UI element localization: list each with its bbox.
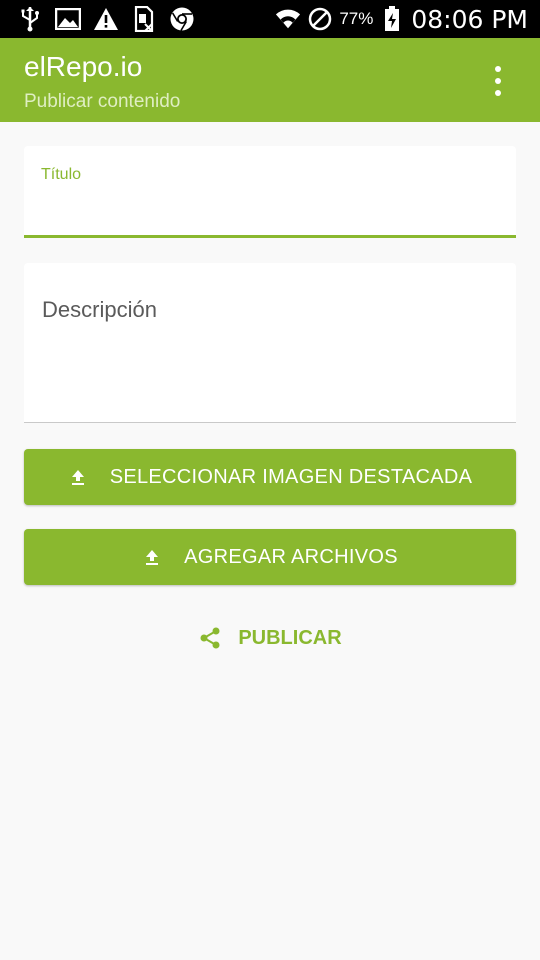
more-vert-icon[interactable] (478, 66, 518, 96)
add-files-button[interactable]: AGREGAR ARCHIVOS (24, 529, 516, 585)
upload-icon (142, 547, 162, 567)
app-title: elRepo.io (24, 51, 143, 82)
sim-icon (130, 5, 158, 33)
no-disturb-icon (307, 6, 333, 32)
warning-icon (92, 5, 120, 33)
clock: 08:06 PM (411, 4, 528, 34)
app-subtitle: Publicar contenido (24, 91, 181, 112)
chrome-icon (168, 5, 196, 33)
description-placeholder: Descripción (42, 297, 157, 322)
status-bar-notifications (16, 5, 206, 33)
title-field[interactable]: Título (24, 146, 516, 238)
usb-icon (16, 5, 44, 33)
status-bar: 77% 08:06 PM (0, 0, 540, 38)
title-field-label: Título (41, 166, 82, 183)
upload-icon (68, 467, 88, 487)
battery-charging-icon (379, 6, 405, 32)
image-icon (54, 5, 82, 33)
publish-button[interactable]: PUBLICAR (0, 614, 540, 662)
status-bar-system: 77% 08:06 PM (269, 5, 528, 34)
share-icon (198, 626, 222, 650)
wifi-icon (275, 6, 301, 32)
select-featured-image-button[interactable]: SELECCIONAR IMAGEN DESTACADA (24, 449, 516, 505)
publish-label: PUBLICAR (238, 626, 342, 649)
battery-percent: 77% (339, 9, 374, 28)
app-bar: elRepo.io Publicar contenido (0, 38, 540, 122)
select-featured-image-label: SELECCIONAR IMAGEN DESTACADA (109, 465, 473, 488)
add-files-label: AGREGAR ARCHIVOS (184, 545, 398, 568)
description-field[interactable]: Descripción (24, 263, 516, 423)
